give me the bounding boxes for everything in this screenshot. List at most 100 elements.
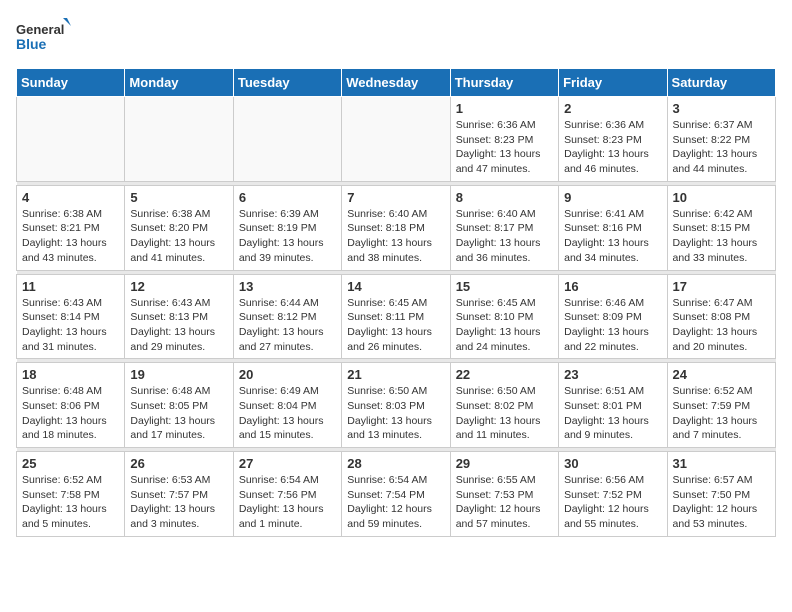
day-header-saturday: Saturday [667,69,775,97]
logo: General Blue [16,16,71,56]
calendar-cell: 24Sunrise: 6:52 AM Sunset: 7:59 PM Dayli… [667,363,775,448]
day-info: Sunrise: 6:57 AM Sunset: 7:50 PM Dayligh… [673,473,770,532]
day-number: 26 [130,456,227,471]
day-number: 23 [564,367,661,382]
day-number: 29 [456,456,553,471]
day-number: 22 [456,367,553,382]
svg-text:General: General [16,22,64,37]
day-number: 31 [673,456,770,471]
day-number: 18 [22,367,119,382]
day-info: Sunrise: 6:37 AM Sunset: 8:22 PM Dayligh… [673,118,770,177]
calendar-cell [342,97,450,182]
day-info: Sunrise: 6:38 AM Sunset: 8:21 PM Dayligh… [22,207,119,266]
calendar-cell: 5 Sunrise: 6:38 AM Sunset: 8:20 PM Daylig… [125,185,233,270]
day-info: Sunrise: 6:54 AM Sunset: 7:54 PM Dayligh… [347,473,444,532]
day-number: 25 [22,456,119,471]
day-header-wednesday: Wednesday [342,69,450,97]
day-number: 1 [456,101,553,116]
day-info: Sunrise: 6:54 AM Sunset: 7:56 PM Dayligh… [239,473,336,532]
day-info: Sunrise: 6:39 AM Sunset: 8:19 PM Dayligh… [239,207,336,266]
calendar-cell: 11 Sunrise: 6:43 AM Sunset: 8:14 PM Dayli… [17,274,125,359]
day-number: 28 [347,456,444,471]
calendar-cell: 23 Sunrise: 6:51 AM Sunset: 8:01 PM Dayli… [559,363,667,448]
day-info: Sunrise: 6:47 AM Sunset: 8:08 PM Dayligh… [673,296,770,355]
calendar-cell [17,97,125,182]
day-header-monday: Monday [125,69,233,97]
day-info: Sunrise: 6:40 AM Sunset: 8:17 PM Dayligh… [456,207,553,266]
calendar-week-5: 25 Sunrise: 6:52 AM Sunset: 7:58 PM Dayli… [17,452,776,537]
day-number: 27 [239,456,336,471]
svg-text:Blue: Blue [16,36,47,52]
day-number: 19 [130,367,227,382]
day-number: 10 [673,190,770,205]
calendar-cell: 17 Sunrise: 6:47 AM Sunset: 8:08 PM Dayli… [667,274,775,359]
calendar-cell: 13 Sunrise: 6:44 AM Sunset: 8:12 PM Dayli… [233,274,341,359]
calendar-cell: 10 Sunrise: 6:42 AM Sunset: 8:15 PM Dayli… [667,185,775,270]
calendar-cell: 3Sunrise: 6:37 AM Sunset: 8:22 PM Daylig… [667,97,775,182]
day-info: Sunrise: 6:50 AM Sunset: 8:02 PM Dayligh… [456,384,553,443]
day-info: Sunrise: 6:38 AM Sunset: 8:20 PM Dayligh… [130,207,227,266]
day-number: 6 [239,190,336,205]
calendar-cell: 22 Sunrise: 6:50 AM Sunset: 8:02 PM Dayli… [450,363,558,448]
day-number: 7 [347,190,444,205]
day-number: 4 [22,190,119,205]
day-number: 12 [130,279,227,294]
calendar-cell: 9 Sunrise: 6:41 AM Sunset: 8:16 PM Daylig… [559,185,667,270]
day-header-tuesday: Tuesday [233,69,341,97]
day-info: Sunrise: 6:53 AM Sunset: 7:57 PM Dayligh… [130,473,227,532]
calendar-cell [125,97,233,182]
day-info: Sunrise: 6:45 AM Sunset: 8:10 PM Dayligh… [456,296,553,355]
page-header: General Blue [16,16,776,56]
day-number: 15 [456,279,553,294]
calendar-week-4: 18 Sunrise: 6:48 AM Sunset: 8:06 PM Dayli… [17,363,776,448]
calendar-cell: 12 Sunrise: 6:43 AM Sunset: 8:13 PM Dayli… [125,274,233,359]
calendar-cell: 21Sunrise: 6:50 AM Sunset: 8:03 PM Dayli… [342,363,450,448]
day-info: Sunrise: 6:56 AM Sunset: 7:52 PM Dayligh… [564,473,661,532]
day-info: Sunrise: 6:36 AM Sunset: 8:23 PM Dayligh… [456,118,553,177]
day-info: Sunrise: 6:51 AM Sunset: 8:01 PM Dayligh… [564,384,661,443]
day-info: Sunrise: 6:41 AM Sunset: 8:16 PM Dayligh… [564,207,661,266]
calendar-cell: 4 Sunrise: 6:38 AM Sunset: 8:21 PM Daylig… [17,185,125,270]
day-number: 9 [564,190,661,205]
day-info: Sunrise: 6:50 AM Sunset: 8:03 PM Dayligh… [347,384,444,443]
day-info: Sunrise: 6:48 AM Sunset: 8:05 PM Dayligh… [130,384,227,443]
calendar-cell: 16 Sunrise: 6:46 AM Sunset: 8:09 PM Dayli… [559,274,667,359]
day-info: Sunrise: 6:43 AM Sunset: 8:14 PM Dayligh… [22,296,119,355]
calendar-cell: 1 Sunrise: 6:36 AM Sunset: 8:23 PM Daylig… [450,97,558,182]
calendar-cell: 26 Sunrise: 6:53 AM Sunset: 7:57 PM Dayli… [125,452,233,537]
day-number: 17 [673,279,770,294]
day-number: 13 [239,279,336,294]
calendar-table: SundayMondayTuesdayWednesdayThursdayFrid… [16,68,776,537]
day-info: Sunrise: 6:49 AM Sunset: 8:04 PM Dayligh… [239,384,336,443]
calendar-cell: 25 Sunrise: 6:52 AM Sunset: 7:58 PM Dayli… [17,452,125,537]
calendar-week-2: 4 Sunrise: 6:38 AM Sunset: 8:21 PM Daylig… [17,185,776,270]
day-info: Sunrise: 6:52 AM Sunset: 7:58 PM Dayligh… [22,473,119,532]
calendar-cell: 20 Sunrise: 6:49 AM Sunset: 8:04 PM Dayli… [233,363,341,448]
calendar-cell: 31 Sunrise: 6:57 AM Sunset: 7:50 PM Dayli… [667,452,775,537]
day-number: 20 [239,367,336,382]
calendar-cell: 27 Sunrise: 6:54 AM Sunset: 7:56 PM Dayli… [233,452,341,537]
day-info: Sunrise: 6:40 AM Sunset: 8:18 PM Dayligh… [347,207,444,266]
calendar-cell [233,97,341,182]
day-number: 14 [347,279,444,294]
day-number: 11 [22,279,119,294]
day-number: 5 [130,190,227,205]
day-info: Sunrise: 6:45 AM Sunset: 8:11 PM Dayligh… [347,296,444,355]
day-info: Sunrise: 6:43 AM Sunset: 8:13 PM Dayligh… [130,296,227,355]
day-info: Sunrise: 6:48 AM Sunset: 8:06 PM Dayligh… [22,384,119,443]
day-number: 8 [456,190,553,205]
day-info: Sunrise: 6:44 AM Sunset: 8:12 PM Dayligh… [239,296,336,355]
day-info: Sunrise: 6:36 AM Sunset: 8:23 PM Dayligh… [564,118,661,177]
calendar-cell: 8 Sunrise: 6:40 AM Sunset: 8:17 PM Daylig… [450,185,558,270]
day-number: 2 [564,101,661,116]
calendar-cell: 2 Sunrise: 6:36 AM Sunset: 8:23 PM Daylig… [559,97,667,182]
day-info: Sunrise: 6:52 AM Sunset: 7:59 PM Dayligh… [673,384,770,443]
calendar-cell: 14 Sunrise: 6:45 AM Sunset: 8:11 PM Dayli… [342,274,450,359]
calendar-week-3: 11 Sunrise: 6:43 AM Sunset: 8:14 PM Dayli… [17,274,776,359]
calendar-cell: 15 Sunrise: 6:45 AM Sunset: 8:10 PM Dayli… [450,274,558,359]
day-info: Sunrise: 6:46 AM Sunset: 8:09 PM Dayligh… [564,296,661,355]
logo-svg: General Blue [16,16,71,56]
day-number: 16 [564,279,661,294]
calendar-cell: 19 Sunrise: 6:48 AM Sunset: 8:05 PM Dayli… [125,363,233,448]
day-info: Sunrise: 6:42 AM Sunset: 8:15 PM Dayligh… [673,207,770,266]
